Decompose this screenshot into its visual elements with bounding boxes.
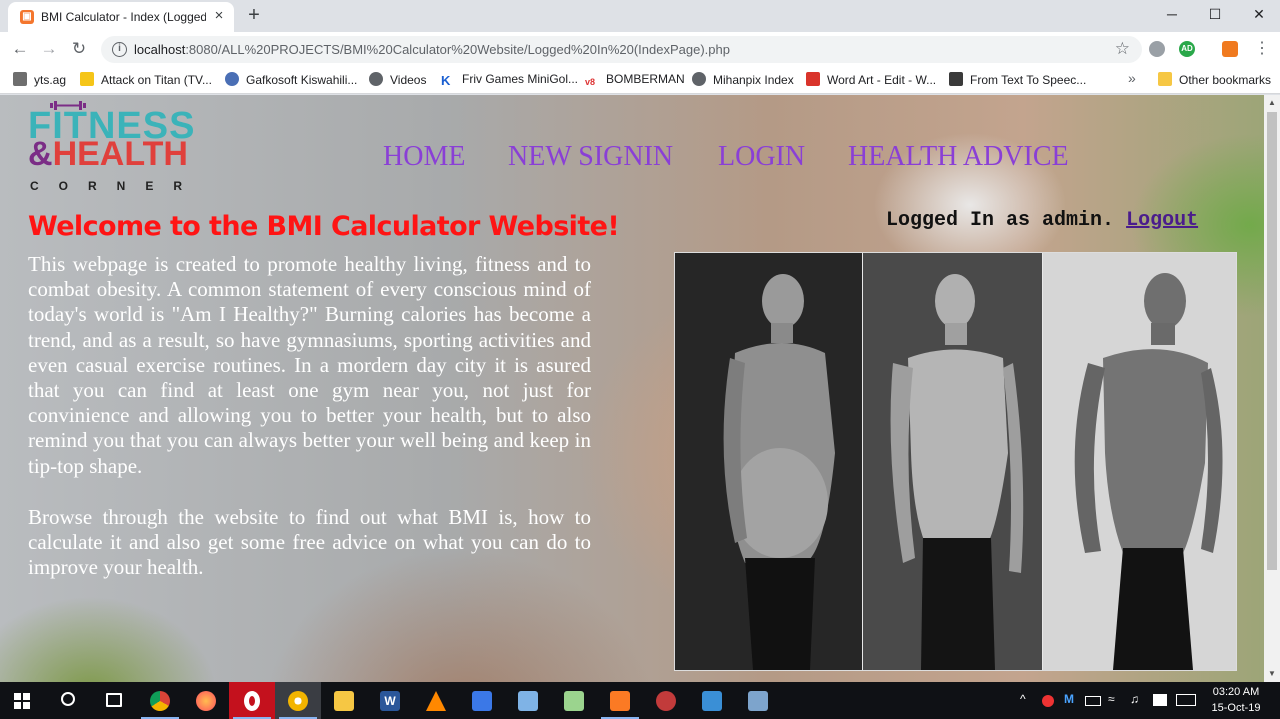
tab-close-icon[interactable]: × [211, 8, 227, 24]
scroll-down-icon[interactable]: ▼ [1264, 666, 1280, 682]
chrome-icon[interactable] [137, 682, 183, 719]
photo-panel-before [675, 253, 862, 670]
box-app-icon[interactable] [505, 682, 551, 719]
url-text[interactable]: localhost:8080/ALL%20PROJECTS/BMI%20Calc… [134, 42, 730, 57]
globe-icon [369, 72, 383, 86]
wifi-icon[interactable]: ≈ [1108, 692, 1115, 706]
firefox-icon[interactable] [183, 682, 229, 719]
extension-icon[interactable] [1149, 41, 1165, 57]
wordart-icon [806, 72, 820, 86]
bookmark-item[interactable]: Videos [369, 72, 426, 88]
xampp-icon[interactable] [597, 682, 643, 719]
photo-panel-after [1043, 253, 1236, 670]
yts-icon [13, 72, 27, 86]
photo-panel-middle [863, 253, 1042, 670]
profile-avatar[interactable]: AD [1179, 41, 1195, 57]
clock-time: 03:20 AM [1212, 686, 1260, 698]
info-icon[interactable]: i [112, 42, 127, 57]
imdb-icon [80, 72, 94, 86]
nav-new-signin[interactable]: NEW SIGNIN [508, 141, 673, 173]
scroll-up-icon[interactable]: ▲ [1264, 95, 1280, 111]
settings-app-icon[interactable] [459, 682, 505, 719]
new-tab-icon[interactable]: + [244, 5, 264, 25]
logout-link[interactable]: Logout [1126, 209, 1198, 232]
other-bookmarks[interactable]: Other bookmarks [1158, 72, 1271, 88]
xampp-favicon-icon: ▣ [20, 10, 34, 24]
chrome-canary-icon[interactable] [275, 682, 321, 719]
bookmark-star-icon[interactable]: ☆ [1115, 39, 1130, 59]
notification-icon[interactable] [1153, 694, 1167, 706]
back-icon[interactable]: ← [8, 38, 32, 60]
battery-icon[interactable] [1085, 696, 1101, 706]
malwarebytes-icon[interactable]: M [1064, 692, 1074, 706]
login-status: Logged In as admin. Logout [886, 209, 1198, 232]
v8-icon: v8 [585, 77, 596, 87]
extension-fox-icon[interactable] [1222, 41, 1238, 57]
scroll-thumb[interactable] [1267, 112, 1277, 570]
bookmark-item[interactable]: Attack on Titan (TV... [80, 72, 212, 88]
folder-icon [1158, 72, 1172, 86]
bookmark-item[interactable]: Mihanpix Index [692, 72, 794, 88]
address-bar[interactable]: i localhost:8080/ALL%20PROJECTS/BMI%20Ca… [101, 36, 1142, 63]
bookmark-item[interactable]: yts.ag [13, 72, 66, 88]
intro-paragraph: This webpage is created to promote healt… [28, 252, 591, 478]
opera-icon[interactable] [229, 682, 275, 719]
page-scrollbar[interactable]: ▲ ▼ [1264, 95, 1280, 682]
bookmark-item[interactable]: From Text To Speec... [949, 72, 1086, 88]
bookmarks-bar: yts.ag Attack on Titan (TV... Gafkosoft … [0, 66, 1280, 94]
tab-title: BMI Calculator - Index (Logged In) [41, 10, 206, 24]
image-app-icon[interactable] [735, 682, 781, 719]
nav-home[interactable]: HOME [383, 141, 465, 173]
page-viewport: FITNESS &HEALTH CORNER HOME NEW SIGNIN L… [0, 95, 1280, 682]
nav-health-advice[interactable]: HEALTH ADVICE [848, 141, 1069, 173]
folder-app-icon[interactable] [551, 682, 597, 719]
browse-paragraph: Browse through the website to find out w… [28, 505, 591, 580]
volume-icon[interactable]: ♫ [1130, 692, 1139, 706]
tab-active[interactable]: ▣ BMI Calculator - Index (Logged In) × [8, 2, 234, 32]
fitness-health-logo[interactable]: FITNESS &HEALTH CORNER [28, 101, 220, 193]
logo-line-health: &HEALTH [28, 135, 188, 173]
bookmark-item[interactable]: Gafkosoft Kiswahili... [225, 72, 357, 88]
maximize-icon[interactable]: ☐ [1200, 4, 1230, 24]
nav-login[interactable]: LOGIN [718, 141, 805, 173]
bookmarks-overflow-icon[interactable]: » [1128, 70, 1136, 86]
uget-icon[interactable] [643, 682, 689, 719]
globe-icon [692, 72, 706, 86]
word-icon[interactable]: W [367, 682, 413, 719]
keyboard-icon[interactable] [1176, 694, 1196, 706]
clock-date: 15-Oct-19 [1211, 702, 1261, 714]
menu-kebab-icon[interactable]: ⋮ [1250, 38, 1274, 60]
bookmark-item[interactable]: v8 BOMBERMAN [585, 72, 685, 88]
transformation-photo [674, 252, 1237, 671]
minimize-icon[interactable]: ─ [1157, 4, 1187, 24]
page-title: Welcome to the BMI Calculator Website! [28, 211, 620, 242]
system-clock[interactable]: 03:20 AM 15-Oct-19 [1206, 684, 1266, 716]
logged-in-label: Logged In as admin. [886, 209, 1115, 232]
tray-app-icon[interactable] [1042, 695, 1054, 707]
globe-icon [225, 72, 239, 86]
logo-line-corner: CORNER [30, 179, 203, 193]
forward-icon[interactable]: → [37, 38, 61, 60]
task-view-icon[interactable] [91, 682, 137, 719]
remote-app-icon[interactable] [689, 682, 735, 719]
search-icon[interactable] [45, 682, 91, 719]
windows-taskbar: W ^ M ≈ ♫ 03:20 AM 15-Oct-19 [0, 682, 1280, 719]
tab-strip: ▣ BMI Calculator - Index (Logged In) × +… [0, 0, 1280, 32]
bookmark-item[interactable]: K Friv Games MiniGol... [441, 72, 578, 88]
windows-start-icon[interactable] [14, 693, 30, 709]
tray-overflow-icon[interactable]: ^ [1020, 692, 1026, 706]
speech-icon [949, 72, 963, 86]
file-explorer-icon[interactable] [321, 682, 367, 719]
bookmark-item[interactable]: Word Art - Edit - W... [806, 72, 936, 88]
vlc-icon[interactable] [413, 682, 459, 719]
close-window-icon[interactable]: ✕ [1244, 4, 1274, 24]
reload-icon[interactable]: ↻ [67, 38, 91, 60]
browser-toolbar: ← → ↻ i localhost:8080/ALL%20PROJECTS/BM… [0, 32, 1280, 66]
k-icon: K [441, 73, 451, 88]
